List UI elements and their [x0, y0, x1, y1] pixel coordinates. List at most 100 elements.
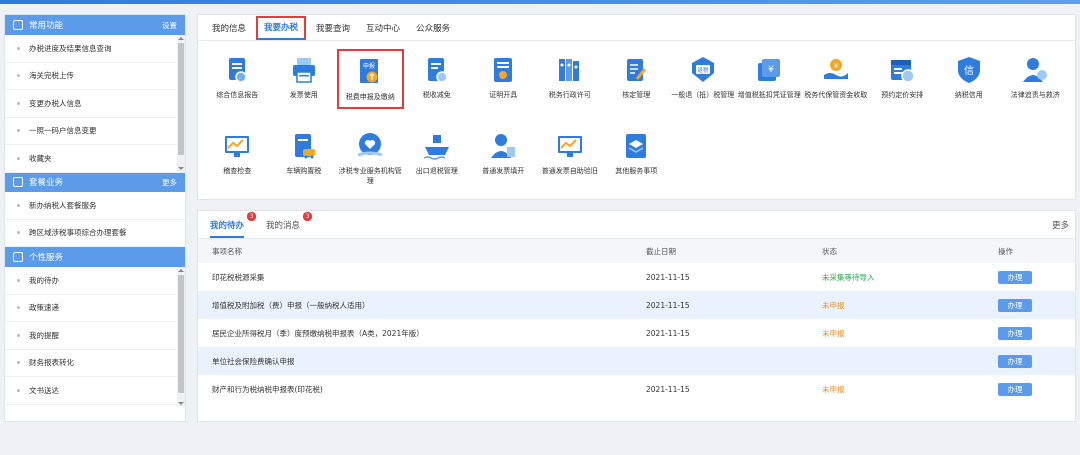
more-link[interactable]: 更多	[162, 177, 177, 188]
task-name: 财产和行为税纳税申报表(印花税)	[212, 384, 323, 394]
list-item[interactable]: 我的待办	[5, 267, 185, 295]
task-name: 增值税及附加税（费）申报（一般纳税人适用）	[198, 291, 646, 319]
scrollbar[interactable]	[177, 267, 185, 407]
refund-icon: 退税	[688, 55, 718, 85]
service-certificate[interactable]: 证明开具	[470, 49, 537, 125]
service-label: 出口退税管理	[415, 167, 458, 175]
bullet-icon	[17, 278, 20, 282]
tab-my-todo[interactable]: 我的待办 3	[210, 212, 257, 238]
bullet-icon	[17, 101, 20, 105]
scrollbar[interactable]	[177, 35, 185, 172]
task-action-cell: 办理	[998, 375, 1075, 403]
svg-text:退税: 退税	[697, 66, 709, 74]
task-name: 印花税税源采集	[212, 272, 265, 282]
vehicle-doc-icon	[289, 131, 319, 161]
table-row: 增值税及附加税（费）申报（一般纳税人适用） 2021-11-15 未申报 办理	[198, 291, 1075, 319]
scroll-up-icon[interactable]	[178, 269, 184, 272]
calendar-icon	[887, 55, 917, 85]
service-label: 预约定价安排	[881, 91, 924, 99]
ship-icon	[422, 131, 452, 161]
service-hand-coin[interactable]: ¥ 税务代保管资金收取	[803, 49, 870, 125]
handle-button[interactable]: 办理	[998, 270, 1032, 284]
section-title: 常用功能	[29, 21, 64, 31]
list-item[interactable]: 一照一码户信息变更	[5, 118, 185, 145]
list-item-label: 我的提醒	[29, 330, 59, 340]
svg-text:申报: 申报	[363, 62, 375, 70]
service-yuan-stack[interactable]: ¥ 增值税抵扣凭证管理	[736, 49, 803, 125]
scroll-thumb[interactable]	[178, 275, 184, 393]
list-item[interactable]: 文书送达	[5, 377, 185, 405]
svg-text:¥: ¥	[768, 65, 774, 75]
service-heart-hand[interactable]: 涉税专业服务机构管理	[337, 125, 404, 201]
service-label: 法律追责与救济	[1010, 91, 1060, 99]
list-item[interactable]: 新办纳税人套餐服务	[5, 192, 185, 220]
service-invoice-person[interactable]: 普通发票填开	[470, 125, 537, 201]
settings-link[interactable]: 设置	[162, 20, 177, 31]
list-item[interactable]: 收藏夹	[5, 145, 185, 173]
handle-button[interactable]: 办理	[998, 382, 1032, 396]
svg-text:信: 信	[964, 65, 974, 77]
service-grid: 综合信息报告 发票使用 申报 税费申报及缴纳 税收减免 证明开具 税务行政许可 核定管理 退税一…	[198, 41, 1075, 201]
bullet-icon	[17, 306, 20, 310]
tab-interaction[interactable]: 互动中心	[360, 18, 406, 40]
service-tax-reduction[interactable]: 税收减免	[404, 49, 471, 125]
service-label: 其他服务事项	[615, 167, 658, 175]
service-label: 普通发票填开	[482, 167, 525, 175]
service-binders[interactable]: 税务行政许可	[537, 49, 604, 125]
list-item[interactable]: 变更办税人信息	[5, 90, 185, 118]
list-item[interactable]: 海关完税上传	[5, 63, 185, 90]
shield-icon: 信	[954, 55, 984, 85]
list-item[interactable]: 政策速递	[5, 295, 185, 322]
service-stack[interactable]: 其他服务事项	[603, 125, 670, 201]
more-link[interactable]: 更多	[1052, 219, 1069, 231]
task-status: 未采集等待导入	[822, 272, 875, 282]
scroll-thumb[interactable]	[178, 43, 184, 155]
scroll-up-icon[interactable]	[178, 37, 184, 40]
service-printer[interactable]: 发票使用	[271, 49, 338, 125]
tab-tax-handling[interactable]: 我要办税	[256, 16, 307, 40]
monitor-chart-icon	[222, 131, 252, 161]
tab-my-messages[interactable]: 我的消息 3	[266, 212, 313, 238]
service-ship[interactable]: 出口退税管理	[404, 125, 471, 201]
list-item-label: 我的待办	[29, 275, 59, 285]
scroll-down-icon[interactable]	[178, 167, 184, 170]
task-action-cell: 办理	[998, 263, 1075, 291]
service-vehicle-doc[interactable]: 车辆购置税	[271, 125, 338, 201]
bullet-icon	[17, 333, 20, 337]
service-label: 税务代保管资金收取	[804, 91, 868, 99]
task-status: 未申报	[822, 384, 845, 394]
list-item[interactable]: 财务报表转化	[5, 350, 185, 377]
service-label: 增值税抵扣凭证管理	[737, 91, 801, 99]
service-calendar[interactable]: 预约定价安排	[869, 49, 936, 125]
service-law-person[interactable]: 法律追责与救济	[1002, 49, 1069, 125]
tab-label: 我的消息	[266, 221, 301, 231]
scroll-down-icon[interactable]	[178, 402, 184, 405]
task-table: 事项名称 截止日期 状态 操作 印花税税源采集 2021-11-15 未采集等待导入…	[198, 239, 1075, 403]
tab-public-service[interactable]: 公众服务	[410, 18, 456, 40]
task-tabs: 我的待办 3 我的消息 3 更多	[198, 211, 1075, 239]
service-report[interactable]: 综合信息报告	[204, 49, 271, 125]
tab-my-info[interactable]: 我的信息	[206, 18, 252, 40]
service-checklist[interactable]: 核定管理	[603, 49, 670, 125]
service-monitor-check[interactable]: 普通发票自助验旧	[537, 125, 604, 201]
service-declare[interactable]: 申报 税费申报及缴纳	[337, 49, 404, 109]
report-icon	[222, 55, 252, 85]
list-item[interactable]: 我的提醒	[5, 322, 185, 350]
service-label: 涉税专业服务机构管理	[338, 167, 402, 185]
service-label: 车辆购置税	[286, 167, 322, 175]
handle-button[interactable]: 办理	[998, 354, 1032, 368]
common-list: 办税进度及结果信息查询 海关完税上传 变更办税人信息 一照一码户信息变更 收藏夹	[5, 35, 185, 173]
list-item[interactable]: 办税进度及结果信息查询	[5, 35, 185, 63]
column-header: 操作	[998, 239, 1075, 263]
monitor-check-icon	[555, 131, 585, 161]
tab-query[interactable]: 我要查询	[310, 18, 356, 40]
service-label: 税务行政许可	[548, 91, 591, 99]
service-monitor-chart[interactable]: 稽查检查	[204, 125, 271, 201]
handle-button[interactable]: 办理	[998, 298, 1032, 312]
handle-button[interactable]: 办理	[998, 326, 1032, 340]
service-refund[interactable]: 退税 一般退（抵）税管理	[670, 49, 737, 125]
service-label: 税费申报及缴纳	[345, 93, 395, 101]
list-item[interactable]: 跨区域涉税事项综合办理套餐	[5, 220, 185, 247]
bullet-icon	[17, 231, 20, 235]
service-shield[interactable]: 信纳税信用	[936, 49, 1003, 125]
